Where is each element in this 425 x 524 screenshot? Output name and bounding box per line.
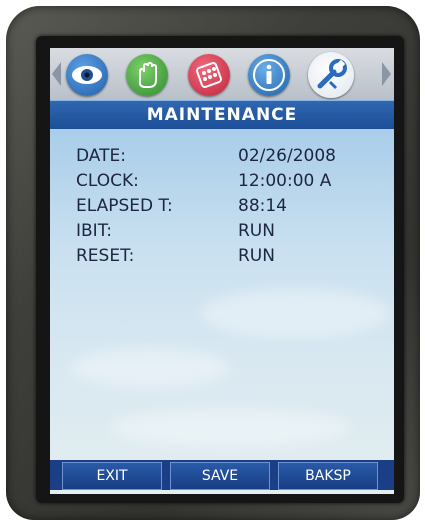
device-housing: MAINTENANCE DATE: 02/26/2008 CLOCK: 12:0… xyxy=(6,6,420,520)
tab-keypad[interactable] xyxy=(188,54,230,96)
exit-button[interactable]: EXIT xyxy=(62,462,162,490)
display-screen: MAINTENANCE DATE: 02/26/2008 CLOCK: 12:0… xyxy=(50,48,394,494)
field-value: 88:14 xyxy=(238,196,287,216)
field-row-ibit[interactable]: IBIT: RUN xyxy=(76,221,386,246)
field-label: CLOCK: xyxy=(76,171,139,191)
eye-icon xyxy=(72,66,102,84)
background-cloud xyxy=(70,348,230,388)
background-cloud xyxy=(200,288,390,338)
tab-view[interactable] xyxy=(66,54,108,96)
tab-manual[interactable] xyxy=(126,54,168,96)
softkey-bar: EXIT SAVE BAKSP xyxy=(50,460,394,490)
field-list: DATE: 02/26/2008 CLOCK: 12:00:00 A ELAPS… xyxy=(76,146,386,271)
field-row-elapsed-time[interactable]: ELAPSED T: 88:14 xyxy=(76,196,386,221)
keypad-icon xyxy=(196,62,222,88)
background-cloud xyxy=(110,408,350,448)
field-label: IBIT: xyxy=(76,221,112,241)
page-title: MAINTENANCE xyxy=(50,100,394,129)
tab-bar xyxy=(50,48,394,100)
field-row-reset[interactable]: RESET: RUN xyxy=(76,246,386,271)
field-value: 02/26/2008 xyxy=(238,146,336,166)
info-icon xyxy=(253,59,285,91)
hand-icon xyxy=(139,61,157,88)
tab-info[interactable] xyxy=(248,54,290,96)
field-row-date[interactable]: DATE: 02/26/2008 xyxy=(76,146,386,171)
scroll-left-arrow-icon[interactable] xyxy=(52,62,61,86)
field-value: RUN xyxy=(238,246,275,266)
field-label: DATE: xyxy=(76,146,126,166)
scroll-right-arrow-icon[interactable] xyxy=(382,62,391,86)
wrench-icon xyxy=(317,59,347,90)
field-row-clock[interactable]: CLOCK: 12:00:00 A xyxy=(76,171,386,196)
field-label: RESET: xyxy=(76,246,135,266)
field-label: ELAPSED T: xyxy=(76,196,173,216)
backspace-button[interactable]: BAKSP xyxy=(278,462,378,490)
field-value: 12:00:00 A xyxy=(238,171,332,191)
save-button[interactable]: SAVE xyxy=(170,462,270,490)
field-value: RUN xyxy=(238,221,275,241)
tab-maintenance[interactable] xyxy=(308,52,354,98)
